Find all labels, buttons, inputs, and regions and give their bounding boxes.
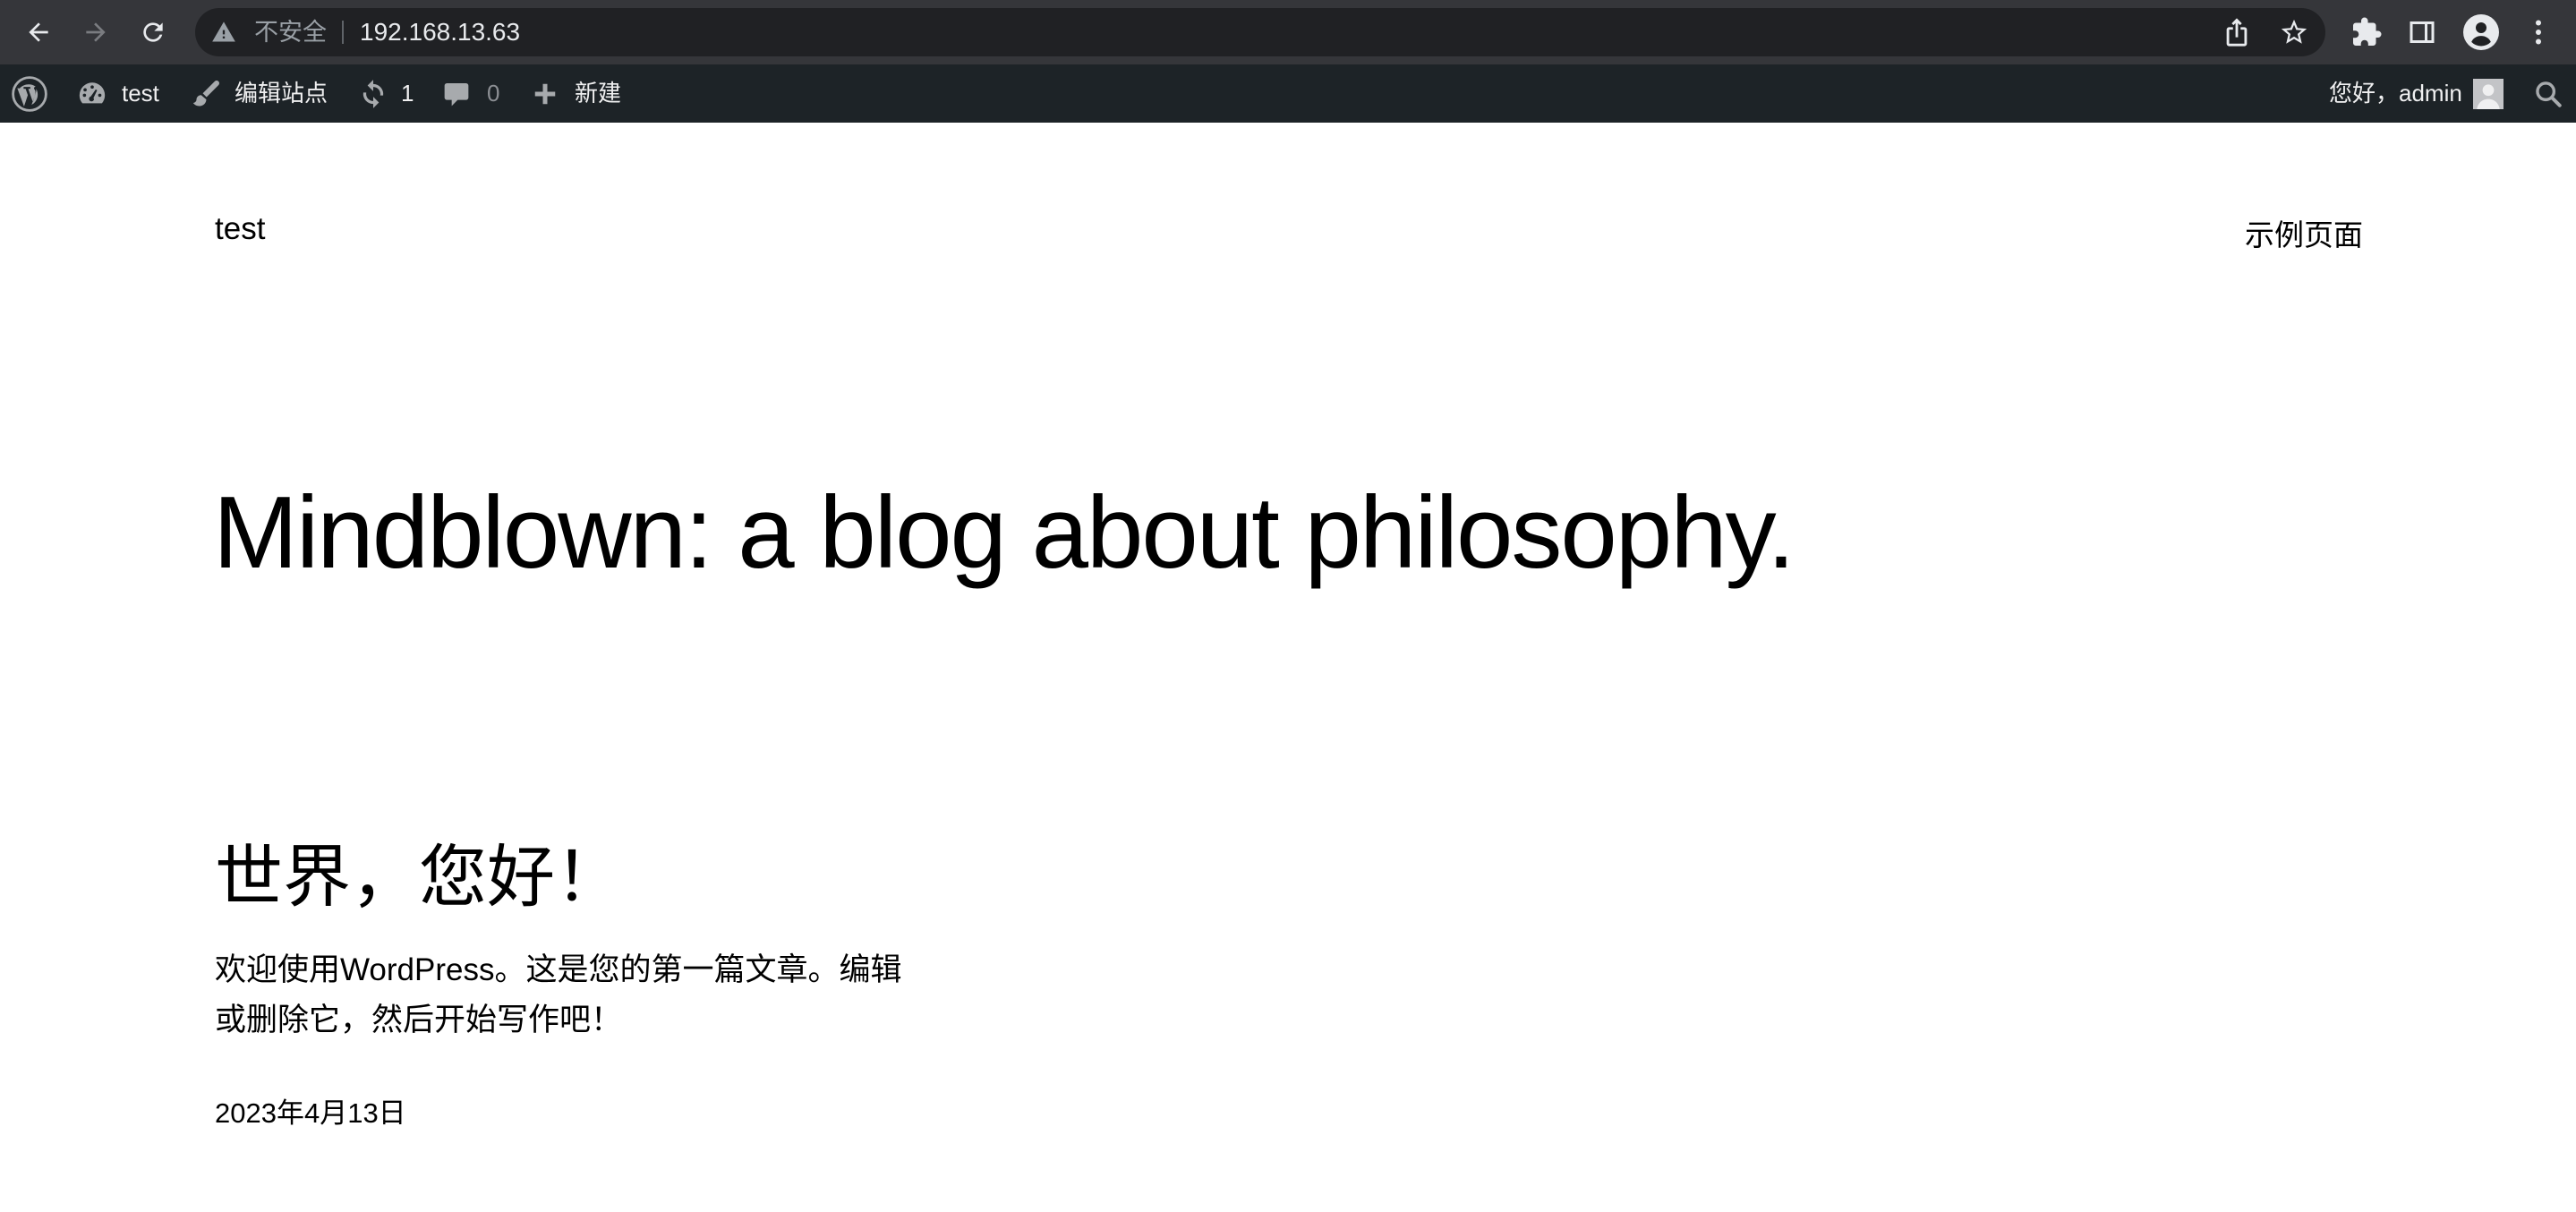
nav-item-sample-page[interactable]: 示例页面 [2245,211,2363,254]
profile-icon[interactable] [2463,14,2499,50]
adminbar-my-account[interactable]: 您好，admin [2329,64,2503,123]
post-title[interactable]: 世界，您好！ [215,822,623,920]
warning-icon [212,21,235,42]
adminbar-customize[interactable]: 编辑站点 [190,64,328,123]
back-icon [29,22,48,42]
back-button[interactable] [19,13,58,52]
site-tagline-heading: Mindblown: a blog about philosophy. [213,476,1796,590]
adminbar-site-name[interactable]: test [122,64,159,123]
adminbar-search[interactable] [2533,64,2563,123]
paintbrush-icon [192,80,219,106]
omnibox-divider [342,21,344,44]
post-excerpt: 欢迎使用WordPress。这是您的第一篇文章。编辑 或删除它，然后开始写作吧！ [215,945,931,1046]
forward-button[interactable] [76,13,115,52]
bookmark-star-icon[interactable] [2279,17,2309,47]
wordpress-logo-icon [12,75,47,112]
post-excerpt-line: 欢迎使用WordPress。这是您的第一篇文章。编辑 [215,952,902,987]
post-excerpt-line: 或删除它，然后开始写作吧！ [215,1003,623,1037]
updates-icon [363,79,384,108]
adminbar-new-content[interactable]: 新建 [532,64,621,123]
search-icon [2536,81,2562,107]
adminbar-updates[interactable]: 1 [356,64,414,123]
side-panel-icon[interactable] [2406,16,2438,48]
plus-icon [534,83,556,104]
post-date[interactable]: 2023年4月13日 [215,1090,406,1131]
reload-button[interactable] [133,13,173,52]
address-bar[interactable]: 不安全 192.168.13.63 [195,8,2325,56]
share-icon[interactable] [2222,17,2252,47]
adminbar-comments[interactable]: 0 [442,64,499,123]
adminbar-customize-label[interactable]: 编辑站点 [235,64,328,123]
forward-icon [86,22,106,42]
avatar [2472,78,2503,109]
extensions-icon[interactable] [2350,16,2383,48]
security-label[interactable]: 不安全 [254,8,327,56]
wp-logo-menu[interactable] [11,64,48,123]
reload-icon [143,22,163,42]
site-title[interactable]: test [215,211,265,247]
wp-admin-bar: test 编辑站点 1 0 新建 您好，admin [0,64,2576,123]
adminbar-new-label[interactable]: 新建 [575,64,621,123]
adminbar-greeting[interactable]: 您好，admin [2329,64,2462,123]
url-text[interactable]: 192.168.13.63 [360,8,520,56]
adminbar-site-menu[interactable]: test [77,64,159,123]
browser-toolbar: 不安全 192.168.13.63 [0,0,2576,64]
comments-count: 0 [487,80,500,107]
updates-count: 1 [401,80,414,107]
dashboard-gauge-icon [79,81,106,103]
menu-kebab-icon[interactable] [2522,16,2555,48]
comment-bubble-icon [444,82,469,106]
